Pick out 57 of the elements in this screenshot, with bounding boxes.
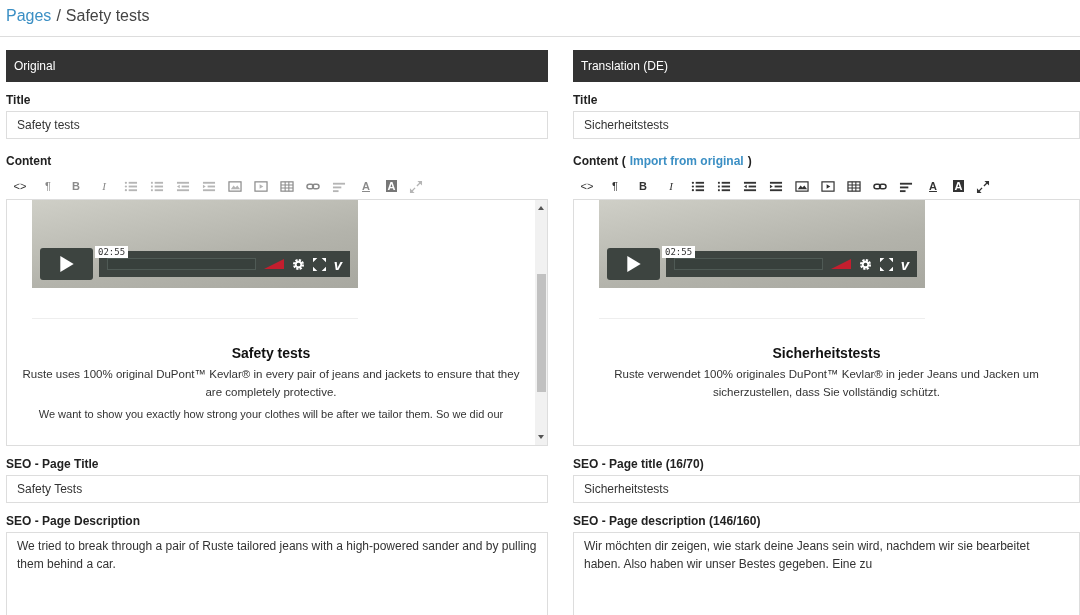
- rich-text-editor[interactable]: v 02:55 Sicherheitstests Ruste verwendet 100% originales DuPont™ Kevlar® in jeder Jeans und Jacken um sicherzustellen, dass Sie vollständig schützt.: [573, 199, 1080, 446]
- field-label: SEO - Page description (146/160): [573, 513, 762, 529]
- outdent-icon[interactable]: [743, 179, 757, 193]
- italic-button[interactable]: I: [663, 180, 679, 192]
- settings-icon[interactable]: [858, 257, 872, 271]
- bulleted-list-icon[interactable]: [691, 179, 705, 193]
- scrollbar[interactable]: [535, 200, 547, 445]
- breadcrumb-separator: /: [56, 7, 61, 25]
- content-heading: Sicherheitstests: [771, 345, 882, 361]
- indent-icon[interactable]: [769, 179, 783, 193]
- settings-icon[interactable]: [291, 257, 305, 271]
- textarea-field[interactable]: We tried to break through a pair of Ruste tailored jeans with a high-powered sander and by pulling them behind a car.: [6, 532, 548, 615]
- field-label-suffix: ): [747, 153, 752, 169]
- input-field[interactable]: Sicherheitstests: [573, 475, 1080, 503]
- time-tooltip: 02:55: [662, 246, 696, 258]
- field-label: SEO - Page title (16/70): [573, 456, 705, 472]
- play-icon: [59, 256, 74, 272]
- input-field[interactable]: Safety tests: [6, 111, 548, 139]
- progress-track[interactable]: [674, 258, 823, 270]
- field-label: Title: [6, 92, 32, 108]
- field-label: SEO - Page Description: [6, 513, 142, 529]
- field-label: Title: [573, 92, 599, 108]
- play-button[interactable]: [607, 248, 660, 280]
- field-label: Content: [6, 153, 52, 169]
- play-button[interactable]: [40, 248, 93, 280]
- background-color-button[interactable]: A: [953, 180, 964, 192]
- paragraph-button[interactable]: ¶: [607, 180, 623, 192]
- numbered-list-icon[interactable]: [717, 179, 731, 193]
- content-paragraph: Ruste uses 100% original DuPont™ Kevlar® in every pair of jeans and jackets to ensure that they are completely protective.: [21, 367, 521, 400]
- import-link[interactable]: Import from original: [629, 153, 744, 169]
- panel-header: Original: [6, 50, 548, 82]
- fullscreen-icon[interactable]: [312, 257, 326, 271]
- fullscreen-icon[interactable]: [976, 179, 990, 193]
- video-logo[interactable]: v: [900, 256, 909, 272]
- input-field[interactable]: Safety Tests: [6, 475, 548, 503]
- page-title: Safety tests: [65, 7, 150, 25]
- content-paragraph: Ruste verwendet 100% originales DuPont™ Kevlar® in jeder Jeans und Jacken um sicherzustellen, dass Sie vollständig schützt.: [613, 367, 1040, 400]
- table-icon[interactable]: [847, 179, 861, 193]
- input-field[interactable]: Sicherheitstests: [573, 111, 1080, 139]
- content-paragraph: We want to show you exactly how strong your clothes will be after we tailor them. So we did our: [37, 407, 505, 422]
- breadcrumb-link[interactable]: Pages: [6, 7, 52, 25]
- field-label: SEO - Page Title: [6, 456, 100, 472]
- rich-text-editor[interactable]: [6, 199, 548, 446]
- code-view-button[interactable]: <>: [579, 180, 595, 192]
- progress-track[interactable]: [107, 258, 256, 270]
- video-icon[interactable]: [821, 179, 835, 193]
- video-logo[interactable]: v: [333, 256, 342, 272]
- field-label: Content (: [573, 153, 626, 169]
- font-color-button[interactable]: A: [925, 180, 941, 192]
- image-icon[interactable]: [795, 179, 809, 193]
- bold-button[interactable]: B: [635, 180, 651, 192]
- content-heading: Safety tests: [230, 345, 312, 361]
- fullscreen-icon[interactable]: [879, 257, 893, 271]
- panel-header: Translation (DE): [573, 50, 1080, 82]
- time-tooltip: 02:55: [95, 246, 129, 258]
- play-icon: [626, 256, 641, 272]
- textarea-field[interactable]: Wir möchten dir zeigen, wie stark deine Jeans sein wird, nachdem wir sie bearbeitet haben. Also haben wir unser Bestes gegeben. Eine zu: [573, 532, 1080, 615]
